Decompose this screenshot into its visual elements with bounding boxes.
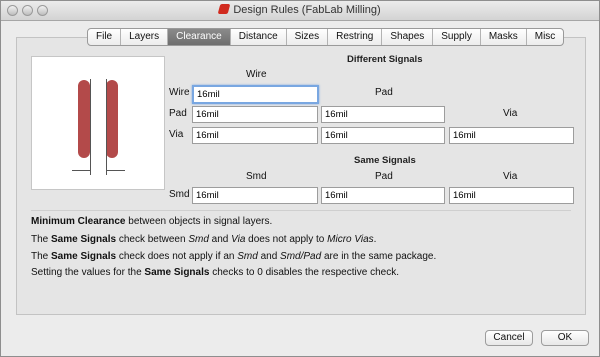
tab-layers[interactable]: Layers bbox=[121, 29, 169, 45]
window-title: Design Rules (FabLab Milling) bbox=[1, 4, 599, 16]
right-trace-shape bbox=[106, 80, 118, 158]
info-line-1: Minimum Clearance between objects in sig… bbox=[31, 216, 273, 227]
column-label-wire: Wire bbox=[246, 69, 267, 80]
tab-shapes[interactable]: Shapes bbox=[382, 29, 434, 45]
pad-wire-clearance-input[interactable] bbox=[192, 106, 318, 123]
info-line-4: Setting the values for the Same Signals … bbox=[31, 267, 399, 278]
tab-restring[interactable]: Restring bbox=[328, 29, 383, 45]
tab-sizes[interactable]: Sizes bbox=[287, 29, 329, 45]
tab-masks[interactable]: Masks bbox=[481, 29, 527, 45]
pad-pad-clearance-input[interactable] bbox=[321, 106, 445, 123]
clearance-preview-image bbox=[31, 56, 165, 190]
smd-via-clearance-input[interactable] bbox=[449, 187, 574, 204]
left-trace-shape bbox=[78, 80, 90, 158]
row-label-pad: Pad bbox=[169, 108, 187, 119]
row-label-smd: Smd bbox=[169, 189, 190, 200]
column-label-via: Via bbox=[503, 108, 518, 119]
tab-supply[interactable]: Supply bbox=[433, 29, 481, 45]
eagle-app-icon bbox=[217, 4, 231, 14]
via-via-clearance-input[interactable] bbox=[449, 127, 574, 144]
separator-line bbox=[31, 210, 571, 211]
title-bar: Design Rules (FabLab Milling) bbox=[1, 1, 599, 21]
tab-distance[interactable]: Distance bbox=[231, 29, 287, 45]
info-line-3: The Same Signals check does not apply if… bbox=[31, 251, 437, 262]
column-label-same-via: Via bbox=[503, 171, 518, 182]
smd-smd-clearance-input[interactable] bbox=[192, 187, 318, 204]
column-label-smd: Smd bbox=[246, 171, 267, 182]
tab-file[interactable]: File bbox=[88, 29, 122, 45]
via-pad-clearance-input[interactable] bbox=[321, 127, 445, 144]
same-signals-heading: Same Signals bbox=[354, 155, 416, 166]
clearance-arrow-right bbox=[107, 170, 125, 171]
info-line-2: The Same Signals check between Smd and V… bbox=[31, 234, 377, 245]
design-rules-window: Design Rules (FabLab Milling) File Layer… bbox=[0, 0, 600, 357]
clearance-dimension-line-right bbox=[106, 79, 107, 175]
clearance-arrow-left bbox=[72, 170, 90, 171]
tab-clearance[interactable]: Clearance bbox=[168, 29, 231, 45]
cancel-button[interactable]: Cancel bbox=[485, 330, 533, 346]
column-label-pad: Pad bbox=[375, 87, 393, 98]
wire-wire-clearance-input[interactable] bbox=[192, 85, 319, 104]
ok-button[interactable]: OK bbox=[541, 330, 589, 346]
smd-pad-clearance-input[interactable] bbox=[321, 187, 445, 204]
different-signals-heading: Different Signals bbox=[347, 54, 423, 65]
via-wire-clearance-input[interactable] bbox=[192, 127, 318, 144]
clearance-dimension-line-left bbox=[90, 79, 91, 175]
row-label-wire: Wire bbox=[169, 87, 190, 98]
tab-bar: File Layers Clearance Distance Sizes Res… bbox=[87, 28, 565, 46]
tab-misc[interactable]: Misc bbox=[527, 29, 564, 45]
row-label-via: Via bbox=[169, 129, 184, 140]
column-label-same-pad: Pad bbox=[375, 171, 393, 182]
